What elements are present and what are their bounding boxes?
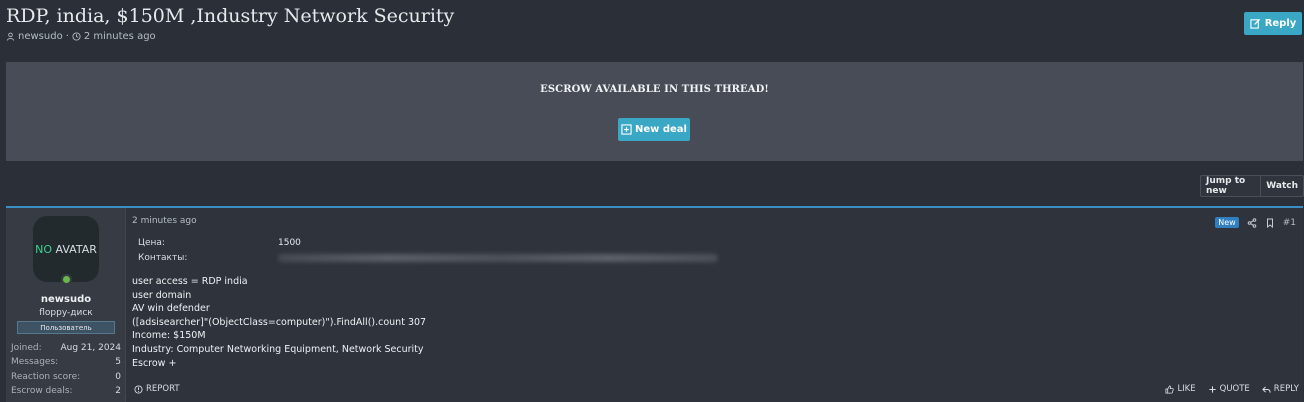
stat-label: Escrow deals: — [11, 386, 73, 397]
bookmark-icon[interactable] — [1265, 218, 1275, 228]
field-value: 1500 — [278, 237, 301, 248]
reply-button-label: Reply — [1264, 18, 1297, 29]
stat-reaction-score: Reaction score: 0 — [11, 370, 121, 384]
plus-icon — [1208, 385, 1216, 393]
like-button[interactable]: LIKE — [1165, 384, 1196, 394]
stat-messages: Messages: 5 — [11, 355, 121, 369]
field-label: Контакты: — [138, 252, 188, 263]
like-label: LIKE — [1177, 384, 1196, 394]
post: NO AVATAR newsudo floppy-диск Пользовате… — [6, 206, 1303, 402]
reply-arrow-icon — [1261, 385, 1271, 393]
avatar[interactable]: NO AVATAR — [33, 216, 99, 282]
stat-value[interactable]: 5 — [115, 357, 121, 367]
edit-icon — [1250, 18, 1260, 29]
escrow-notice: ESCROW AVAILABLE IN THIS THREAD! — [540, 84, 769, 95]
alert-circle-icon — [134, 384, 143, 394]
body-line: AV win defender — [132, 303, 210, 315]
post-date[interactable]: 2 minutes ago — [132, 216, 197, 226]
user-group-badge: Пользователь — [17, 321, 115, 334]
thread-title: RDP, india, $150M ,Industry Network Secu… — [6, 5, 455, 27]
thread-nav-buttons: Jump to new Watch — [1200, 175, 1304, 197]
post-user-info: NO AVATAR newsudo floppy-диск Пользовате… — [6, 208, 126, 402]
thread-meta: newsudo · 2 minutes ago — [6, 31, 156, 42]
thread-author[interactable]: newsudo — [18, 31, 63, 42]
stat-label: Messages: — [11, 357, 59, 368]
body-line: Income: $150M — [132, 330, 206, 342]
report-label: REPORT — [146, 384, 180, 394]
watch-button[interactable]: Watch — [1260, 176, 1303, 196]
post-number[interactable]: #1 — [1283, 218, 1296, 228]
escrow-banner: ESCROW AVAILABLE IN THIS THREAD! New dea… — [6, 62, 1303, 161]
user-icon — [6, 32, 15, 41]
quote-label: QUOTE — [1219, 384, 1250, 394]
body-line: Industry: Computer Networking Equipment,… — [132, 343, 424, 355]
stat-joined: Joined: Aug 21, 2024 — [11, 341, 121, 355]
stat-value: Aug 21, 2024 — [60, 343, 121, 354]
blurred-contacts — [278, 253, 718, 262]
avatar-text-suffix: AVATAR — [55, 242, 97, 256]
reply-label: REPLY — [1273, 384, 1299, 394]
body-line: user access = RDP india — [132, 276, 248, 287]
new-deal-button[interactable]: New deal — [618, 118, 690, 141]
stat-value: 0 — [115, 371, 121, 382]
user-stats: Joined: Aug 21, 2024 Messages: 5 Reaction … — [11, 341, 121, 398]
stat-escrow-deals: Escrow deals: 2 — [11, 384, 121, 398]
jump-to-new-button[interactable]: Jump to new — [1201, 176, 1260, 196]
share-icon[interactable] — [1247, 217, 1257, 228]
post-body: user access = RDP india user domain AV w… — [132, 275, 426, 370]
new-deal-label: New deal — [635, 124, 687, 135]
field-label: Цена: — [138, 237, 165, 248]
quote-button[interactable]: QUOTE — [1208, 384, 1250, 394]
user-title: floppy-диск — [39, 308, 93, 318]
meta-separator: · — [65, 31, 69, 42]
stat-value: 2 — [115, 386, 121, 397]
custom-fields: Цена: 1500 Контакты: — [138, 235, 738, 265]
field-price: Цена: 1500 — [138, 235, 738, 250]
plus-square-icon — [621, 124, 632, 135]
thread-time[interactable]: 2 minutes ago — [84, 31, 156, 42]
reply-button[interactable]: Reply — [1244, 12, 1302, 35]
post-reply-button[interactable]: REPLY — [1261, 384, 1299, 394]
avatar-text-prefix: NO — [35, 242, 53, 256]
new-badge: New — [1215, 217, 1239, 228]
post-username[interactable]: newsudo — [6, 294, 126, 305]
stat-label: Joined: — [11, 343, 42, 354]
stat-label: Reaction score: — [11, 371, 81, 382]
body-line: Escrow + — [132, 357, 177, 369]
thumbs-up-icon — [1165, 384, 1175, 394]
post-tools: New #1 — [1215, 217, 1296, 228]
report-button[interactable]: REPORT — [134, 384, 180, 394]
body-line: user domain — [132, 289, 192, 301]
clock-icon — [72, 32, 81, 41]
post-footer: REPORT LIKE QUOTE REPLY — [134, 384, 1299, 394]
field-contacts: Контакты: — [138, 250, 738, 265]
online-status-icon — [61, 274, 72, 285]
body-line: ([adsisearcher]"(ObjectClass=computer)")… — [132, 316, 427, 328]
